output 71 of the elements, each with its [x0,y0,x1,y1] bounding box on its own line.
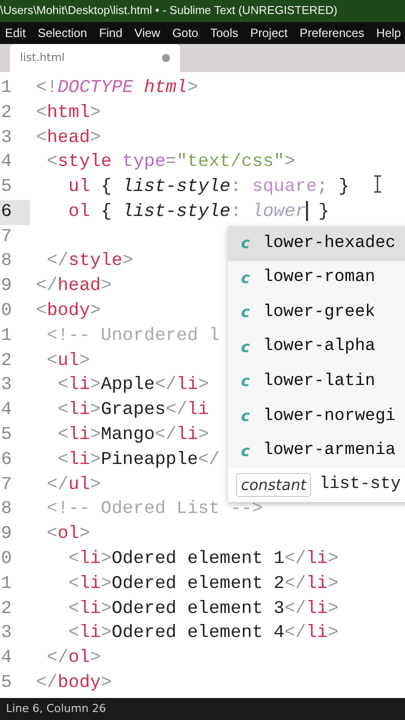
menu-item[interactable]: Tools [210,22,238,44]
line-number: 1 [0,76,12,100]
line-number: 3 [0,126,12,150]
code-line: </ul> [46,474,101,497]
line-number: 4 [0,151,12,174]
code-line: <li>Odered element 3</li> [67,598,338,621]
code-line: </head> [36,275,112,298]
code-line: <li>Odered element 4</li> [67,622,338,646]
code-line: <!-- Unordered l [46,324,220,348]
line-number: 9 [0,275,12,298]
code-line: <style type="text/css"> [46,151,296,174]
line-number: 2 [0,350,12,373]
signature-text: list-sty [319,474,401,496]
autocomplete-item[interactable]: c lower-armenia [228,434,405,468]
autocomplete-item[interactable]: c lower-greek [228,295,405,330]
menu-item[interactable]: Help [376,22,401,44]
line-number: 8 [0,250,12,274]
code-line: </ol> [46,647,101,670]
line-number: 4 [0,647,12,670]
line-number: 0 [0,548,12,572]
menu-item[interactable]: Find [99,22,122,44]
line-number: 3 [0,374,12,398]
line-number: 5 [0,672,12,696]
kind-label: constant [236,472,312,498]
code-line: <li>Apple</li> [56,374,209,398]
line-number: 6 [0,448,12,472]
line-number: 0 [0,300,12,324]
code-line: <!-- Odered List --> [46,498,263,522]
code-line: <li>Grapes</li [56,399,209,422]
menu-item[interactable]: Goto [172,22,198,44]
status-text: Line 6, Column 26 [0,698,405,720]
autocomplete-item[interactable]: c lower-hexadec [228,226,405,261]
file-tab[interactable]: list.html [10,44,180,72]
menu-item[interactable]: Selection [38,22,88,44]
autocomplete-item[interactable]: c lower-norwegi [228,398,405,434]
line-number: 1 [0,324,12,348]
code-line: <ol> [46,523,90,546]
line-number: 7 [0,226,12,249]
code-line: </body> [36,672,112,696]
menu-item[interactable]: Edit [5,22,26,44]
code-line: ul { list-style: square; } [67,176,350,200]
line-number: 4 [0,399,12,422]
code-line: <html> [36,102,101,125]
line-number: 5 [0,424,12,448]
line-number: 8 [0,498,12,522]
line-number: 7 [0,474,12,497]
code-line: <li>Mango</li> [56,424,209,448]
code-line: </style> [46,250,134,274]
autocomplete-item[interactable]: c lower-latin [228,364,405,399]
menu-item[interactable]: Preferences [300,22,364,44]
code-line: <ul> [46,350,90,373]
menu-item[interactable]: View [134,22,160,44]
window-title: \Users\Mohit\Desktop\list.html • - Sublime Text (UNREGISTERED) [0,0,405,22]
text-cursor-icon [373,175,382,193]
line-number: 6 [0,200,12,224]
autocomplete-item[interactable]: c lower-roman [228,260,405,296]
line-number: 1 [0,572,12,596]
code-line: <li>Odered element 1</li> [67,548,338,572]
code-line: <li>Odered element 2</li> [67,572,338,596]
code-line: <li>Pineapple</ [56,448,220,472]
menu-item[interactable]: Project [250,22,288,44]
autocomplete-item[interactable]: c lower-alpha [228,330,405,364]
code-line: <body> [36,300,101,324]
code-line: ol { list-style: lower } [67,200,330,224]
code-line: <head> [36,126,101,150]
line-number: 2 [0,598,12,621]
line-number: 5 [0,176,12,200]
line-number: 3 [0,622,12,646]
line-number: 9 [0,523,12,546]
code-line: <!DOCTYPE html> [36,76,198,100]
line-number: 2 [0,102,12,125]
